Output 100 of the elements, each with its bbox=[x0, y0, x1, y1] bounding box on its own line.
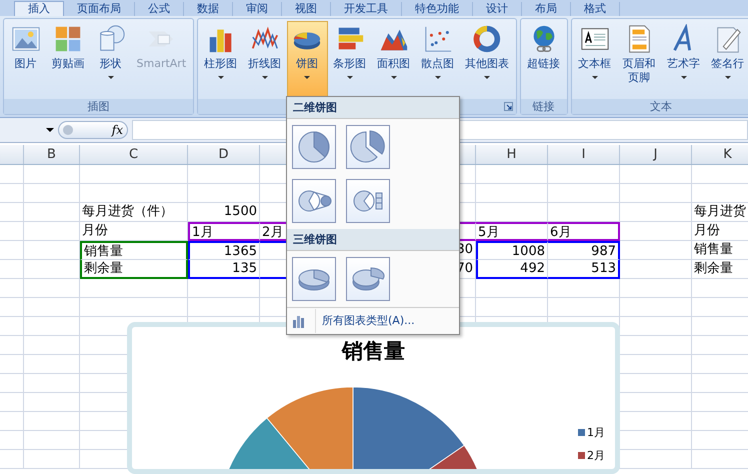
table-cell bbox=[620, 317, 692, 336]
chart-type-button[interactable] bbox=[346, 125, 390, 169]
donut-icon bbox=[472, 24, 502, 54]
group-label: 插图 bbox=[87, 99, 110, 114]
chart-type-button[interactable] bbox=[292, 257, 336, 301]
table-cell bbox=[620, 222, 692, 241]
ribbon-button[interactable]: 页眉和页脚 bbox=[616, 21, 662, 97]
table-cell bbox=[620, 260, 692, 279]
caret-icon bbox=[592, 76, 598, 79]
table-cell bbox=[476, 279, 548, 298]
ribbon-button[interactable]: 形状 bbox=[90, 21, 131, 97]
table-cell: 1500 bbox=[188, 203, 260, 222]
column-header[interactable]: K bbox=[692, 145, 748, 164]
chart-type-button[interactable] bbox=[292, 125, 336, 169]
table-cell: 492 bbox=[476, 260, 548, 279]
all-chart-types-menu-item[interactable]: 所有图表类型(A)... bbox=[315, 309, 415, 333]
table-cell bbox=[24, 317, 80, 336]
caret-icon bbox=[346, 76, 353, 79]
table-cell bbox=[24, 165, 80, 184]
table-cell bbox=[0, 450, 24, 469]
table-cell bbox=[0, 203, 24, 222]
caret-icon bbox=[262, 76, 268, 79]
ribbon-button[interactable]: 饼图 bbox=[286, 21, 328, 97]
chart-type-button[interactable] bbox=[292, 179, 336, 223]
exploded-chart-icon bbox=[350, 129, 386, 165]
table-cell: 月份 bbox=[692, 222, 748, 241]
table-cell bbox=[24, 260, 80, 279]
table-cell bbox=[548, 165, 620, 184]
table-cell bbox=[620, 298, 692, 317]
pie-chart-icon bbox=[296, 129, 332, 165]
table-cell: 6月 bbox=[548, 222, 620, 241]
ribbon-button[interactable]: 剪贴画 bbox=[46, 21, 90, 97]
table-cell bbox=[620, 165, 692, 184]
ribbon-button[interactable]: 文本框 bbox=[572, 21, 617, 97]
column-chart-icon bbox=[291, 313, 307, 329]
table-cell bbox=[24, 184, 80, 203]
caret-icon bbox=[46, 128, 54, 132]
column-header[interactable]: D bbox=[188, 145, 260, 164]
table-cell: 1月 bbox=[188, 222, 260, 241]
column-header[interactable]: I bbox=[548, 145, 620, 164]
column-header[interactable]: J bbox=[620, 145, 692, 164]
ribbon-button[interactable]: 其他图表 bbox=[460, 21, 515, 97]
caret-icon bbox=[304, 76, 310, 79]
ribbon-button[interactable]: 超链接 bbox=[522, 21, 566, 97]
caret-icon bbox=[434, 76, 441, 79]
table-cell bbox=[0, 222, 24, 241]
column-header[interactable]: H bbox=[476, 145, 548, 164]
table-cell: 剩余量 bbox=[80, 260, 188, 279]
table-cell bbox=[0, 412, 24, 431]
table-cell bbox=[24, 241, 80, 260]
table-cell bbox=[24, 222, 80, 241]
menu-section-header: 三维饼图 bbox=[287, 229, 459, 251]
dialog-launcher-icon[interactable] bbox=[504, 102, 513, 111]
caret-icon bbox=[390, 76, 397, 79]
ribbon-button[interactable]: 柱形图 bbox=[198, 21, 243, 97]
legend-label: 1月 bbox=[587, 425, 605, 440]
ribbon-button[interactable]: 面积图 bbox=[372, 21, 416, 97]
menu-section-header: 二维饼图 bbox=[287, 97, 459, 119]
caret-icon bbox=[680, 76, 687, 79]
caret-icon bbox=[484, 76, 490, 79]
table-cell: 每月进货 bbox=[692, 203, 748, 222]
ribbon-button[interactable]: 签名行 bbox=[706, 21, 748, 97]
table-cell: 剩余量 bbox=[692, 260, 748, 279]
ribbon-button[interactable]: 条形图 bbox=[328, 21, 372, 97]
column-header[interactable]: B bbox=[24, 145, 80, 164]
ribbon-button[interactable]: 图片 bbox=[5, 21, 46, 97]
table-cell bbox=[620, 203, 692, 222]
table-cell: 销售量 bbox=[692, 241, 748, 260]
table-cell bbox=[0, 184, 24, 203]
table-cell bbox=[0, 355, 24, 374]
column-header[interactable]: C bbox=[80, 145, 188, 164]
table-cell: 1365 bbox=[188, 241, 260, 260]
table-cell bbox=[476, 184, 548, 203]
caret-icon bbox=[108, 76, 114, 79]
table-cell bbox=[548, 184, 620, 203]
ribbon-button[interactable]: 艺术字 bbox=[662, 21, 706, 97]
ribbon-button[interactable]: 散点图 bbox=[416, 21, 460, 97]
formula-button[interactable]: fx bbox=[58, 121, 128, 139]
chart-type-button[interactable] bbox=[346, 179, 390, 223]
group-label: 链接 bbox=[532, 99, 555, 114]
table-cell bbox=[24, 279, 80, 298]
table-cell bbox=[0, 260, 24, 279]
table-cell bbox=[548, 279, 620, 298]
table-cell: 1008 bbox=[476, 241, 548, 260]
table-cell: 每月进货（件） bbox=[80, 203, 188, 222]
table-cell: 销售量 bbox=[80, 241, 188, 260]
chart-type-button[interactable] bbox=[346, 257, 390, 301]
table-cell: 987 bbox=[548, 241, 620, 260]
table-cell bbox=[0, 241, 24, 260]
caret-icon bbox=[724, 76, 731, 79]
group-label: 文本 bbox=[650, 99, 672, 114]
ribbon-tab[interactable]: 插入 bbox=[14, 1, 64, 16]
table-cell: 5月 bbox=[476, 222, 548, 241]
table-cell bbox=[0, 298, 24, 317]
legend-label: 2月 bbox=[587, 448, 605, 463]
caret-icon bbox=[218, 76, 224, 79]
table-cell bbox=[620, 279, 692, 298]
ribbon-button[interactable]: 折线图 bbox=[242, 21, 287, 97]
table-cell bbox=[24, 298, 80, 317]
table-cell: 135 bbox=[188, 260, 260, 279]
